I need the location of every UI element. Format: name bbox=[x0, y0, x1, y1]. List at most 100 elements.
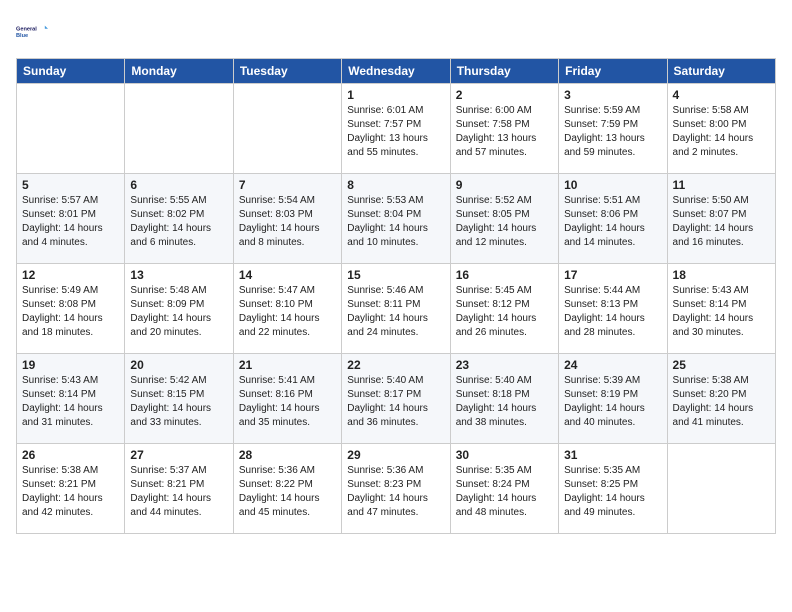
week-row-4: 19 Sunrise: 5:43 AMSunset: 8:14 PMDayligh… bbox=[17, 354, 776, 444]
day-number: 20 bbox=[130, 358, 227, 372]
day-header-row: SundayMondayTuesdayWednesdayThursdayFrid… bbox=[17, 59, 776, 84]
sunrise-text: Sunrise: 5:41 AM bbox=[239, 375, 315, 386]
cell-content: Sunrise: 5:35 AMSunset: 8:25 PMDaylight:… bbox=[564, 464, 661, 520]
cell-content: Sunrise: 5:52 AM Sunset: 8:05 PM Daylight:… bbox=[456, 194, 553, 250]
logo: General Blue bbox=[16, 16, 48, 48]
cell-content: Sunrise: 6:01 AMSunset: 7:57 PMDaylight:… bbox=[347, 104, 444, 160]
sunset-text: Sunset: 8:13 PM bbox=[564, 299, 638, 310]
sunrise-text: Sunrise: 5:53 AM bbox=[347, 195, 423, 206]
day-number: 1 bbox=[347, 88, 444, 102]
day-number: 22 bbox=[347, 358, 444, 372]
cell-content: Sunrise: 5:38 AMSunset: 8:21 PMDaylight:… bbox=[22, 464, 119, 520]
calendar-cell: 2Sunrise: 6:00 AMSunset: 7:58 PMDaylight… bbox=[450, 84, 558, 174]
sunset-text: Sunset: 7:59 PM bbox=[564, 119, 638, 130]
daylight-text: Daylight: 14 hours and 8 minutes. bbox=[239, 223, 320, 248]
sunrise-text: Sunrise: 5:47 AM bbox=[239, 285, 315, 296]
sunset-text: Sunset: 8:23 PM bbox=[347, 479, 421, 490]
calendar-cell: 13Sunrise: 5:48 AMSunset: 8:09 PMDayligh… bbox=[125, 264, 233, 354]
calendar-cell: 10Sunrise: 5:51 AMSunset: 8:06 PMDayligh… bbox=[559, 174, 667, 264]
calendar-cell: 12Sunrise: 5:49 AMSunset: 8:08 PMDayligh… bbox=[17, 264, 125, 354]
sunset-text: Sunset: 8:06 PM bbox=[564, 209, 638, 220]
day-number: 7 bbox=[239, 178, 336, 192]
day-number: 14 bbox=[239, 268, 336, 282]
sunrise-text: Sunrise: 6:01 AM bbox=[347, 105, 423, 116]
logo-icon: General Blue bbox=[16, 16, 48, 48]
sunset-text: Sunset: 7:58 PM bbox=[456, 119, 530, 130]
calendar-cell: 1 Sunrise: 6:01 AMSunset: 7:57 PMDaylight… bbox=[342, 84, 450, 174]
calendar-cell: 15Sunrise: 5:46 AMSunset: 8:11 PMDayligh… bbox=[342, 264, 450, 354]
calendar-cell: 6Sunrise: 5:55 AMSunset: 8:02 PMDaylight… bbox=[125, 174, 233, 264]
sunset-text: Sunset: 8:24 PM bbox=[456, 479, 530, 490]
sunrise-text: Sunrise: 5:40 AM bbox=[347, 375, 423, 386]
daylight-text: Daylight: 14 hours and 36 minutes. bbox=[347, 403, 428, 428]
sunrise-text: Sunrise: 5:43 AM bbox=[22, 375, 98, 386]
calendar-cell: 4Sunrise: 5:58 AMSunset: 8:00 PMDaylight… bbox=[667, 84, 775, 174]
daylight-text: Daylight: 13 hours and 55 minutes. bbox=[347, 133, 428, 158]
day-header-saturday: Saturday bbox=[667, 59, 775, 84]
day-number: 4 bbox=[673, 88, 770, 102]
day-number: 11 bbox=[673, 178, 770, 192]
cell-content: Sunrise: 5:53 AMSunset: 8:04 PMDaylight:… bbox=[347, 194, 444, 250]
week-row-5: 26 Sunrise: 5:38 AMSunset: 8:21 PMDayligh… bbox=[17, 444, 776, 534]
day-number: 19 bbox=[22, 358, 119, 372]
day-number: 5 bbox=[22, 178, 119, 192]
calendar-cell: 23Sunrise: 5:40 AMSunset: 8:18 PMDayligh… bbox=[450, 354, 558, 444]
calendar-cell: 22 Sunrise: 5:40 AM Sunset: 8:17 PM Dayligh… bbox=[342, 354, 450, 444]
daylight-text: Daylight: 14 hours and 35 minutes. bbox=[239, 403, 320, 428]
day-number: 21 bbox=[239, 358, 336, 372]
day-number: 10 bbox=[564, 178, 661, 192]
calendar-cell: 11 Sunrise: 5:50 AMSunset: 8:07 PMDayligh… bbox=[667, 174, 775, 264]
sunset-text: Sunset: 8:01 PM bbox=[22, 209, 96, 220]
cell-content: Sunrise: 5:43 AMSunset: 8:14 PMDaylight:… bbox=[22, 374, 119, 430]
cell-content: Sunrise: 5:43 AMSunset: 8:14 PMDaylight:… bbox=[673, 284, 770, 340]
sunset-text: Sunset: 8:17 PM bbox=[347, 389, 421, 400]
sunset-text: Sunset: 8:09 PM bbox=[130, 299, 204, 310]
sunset-text: Sunset: 8:08 PM bbox=[22, 299, 96, 310]
daylight-text: Daylight: 14 hours and 6 minutes. bbox=[130, 223, 211, 248]
sunrise-text: Sunrise: 5:43 AM bbox=[673, 285, 749, 296]
sunset-text: Sunset: 8:19 PM bbox=[564, 389, 638, 400]
cell-content: Sunrise: 5:47 AMSunset: 8:10 PMDaylight:… bbox=[239, 284, 336, 340]
daylight-text: Daylight: 14 hours and 42 minutes. bbox=[22, 493, 103, 518]
day-header-monday: Monday bbox=[125, 59, 233, 84]
sunset-text: Sunset: 8:11 PM bbox=[347, 299, 420, 310]
day-header-thursday: Thursday bbox=[450, 59, 558, 84]
day-header-friday: Friday bbox=[559, 59, 667, 84]
cell-content: Sunrise: 5:39 AMSunset: 8:19 PMDaylight:… bbox=[564, 374, 661, 430]
daylight-text: Daylight: 14 hours and 24 minutes. bbox=[347, 313, 428, 338]
cell-content: Sunrise: 5:50 AMSunset: 8:07 PMDaylight:… bbox=[673, 194, 770, 250]
calendar-cell bbox=[17, 84, 125, 174]
calendar-cell: 27Sunrise: 5:37 AMSunset: 8:21 PMDayligh… bbox=[125, 444, 233, 534]
day-number: 15 bbox=[347, 268, 444, 282]
daylight-text: Daylight: 14 hours and 16 minutes. bbox=[673, 223, 754, 248]
sunset-text: Sunset: 8:05 PM bbox=[456, 209, 530, 220]
day-number: 12 bbox=[22, 268, 119, 282]
sunrise-text: Sunrise: 5:52 AM bbox=[456, 195, 532, 206]
sunrise-text: Sunrise: 5:50 AM bbox=[673, 195, 749, 206]
day-number: 26 bbox=[22, 448, 119, 462]
sunrise-text: Sunrise: 5:42 AM bbox=[130, 375, 206, 386]
day-number: 24 bbox=[564, 358, 661, 372]
day-number: 2 bbox=[456, 88, 553, 102]
daylight-text: Daylight: 14 hours and 49 minutes. bbox=[564, 493, 645, 518]
daylight-text: Daylight: 14 hours and 14 minutes. bbox=[564, 223, 645, 248]
sunset-text: Sunset: 8:16 PM bbox=[239, 389, 313, 400]
daylight-text: Daylight: 14 hours and 44 minutes. bbox=[130, 493, 211, 518]
cell-content: Sunrise: 5:41 AM Sunset: 8:16 PM Daylight:… bbox=[239, 374, 336, 430]
sunrise-text: Sunrise: 5:38 AM bbox=[22, 465, 98, 476]
calendar-cell: 30Sunrise: 5:35 AMSunset: 8:24 PMDayligh… bbox=[450, 444, 558, 534]
cell-content: Sunrise: 5:36 AMSunset: 8:22 PMDaylight:… bbox=[239, 464, 336, 520]
calendar-cell: 20Sunrise: 5:42 AMSunset: 8:15 PMDayligh… bbox=[125, 354, 233, 444]
day-number: 6 bbox=[130, 178, 227, 192]
cell-content: Sunrise: 5:45 AMSunset: 8:12 PMDaylight:… bbox=[456, 284, 553, 340]
daylight-text: Daylight: 14 hours and 12 minutes. bbox=[456, 223, 537, 248]
day-number: 17 bbox=[564, 268, 661, 282]
daylight-text: Daylight: 14 hours and 26 minutes. bbox=[456, 313, 537, 338]
daylight-text: Daylight: 13 hours and 59 minutes. bbox=[564, 133, 645, 158]
calendar-cell: 26 Sunrise: 5:38 AMSunset: 8:21 PMDayligh… bbox=[17, 444, 125, 534]
day-number: 18 bbox=[673, 268, 770, 282]
daylight-text: Daylight: 14 hours and 33 minutes. bbox=[130, 403, 211, 428]
cell-content: Sunrise: 5:54 AMSunset: 8:03 PMDaylight:… bbox=[239, 194, 336, 250]
week-row-2: 5Sunrise: 5:57 AMSunset: 8:01 PMDaylight… bbox=[17, 174, 776, 264]
daylight-text: Daylight: 14 hours and 2 minutes. bbox=[673, 133, 754, 158]
